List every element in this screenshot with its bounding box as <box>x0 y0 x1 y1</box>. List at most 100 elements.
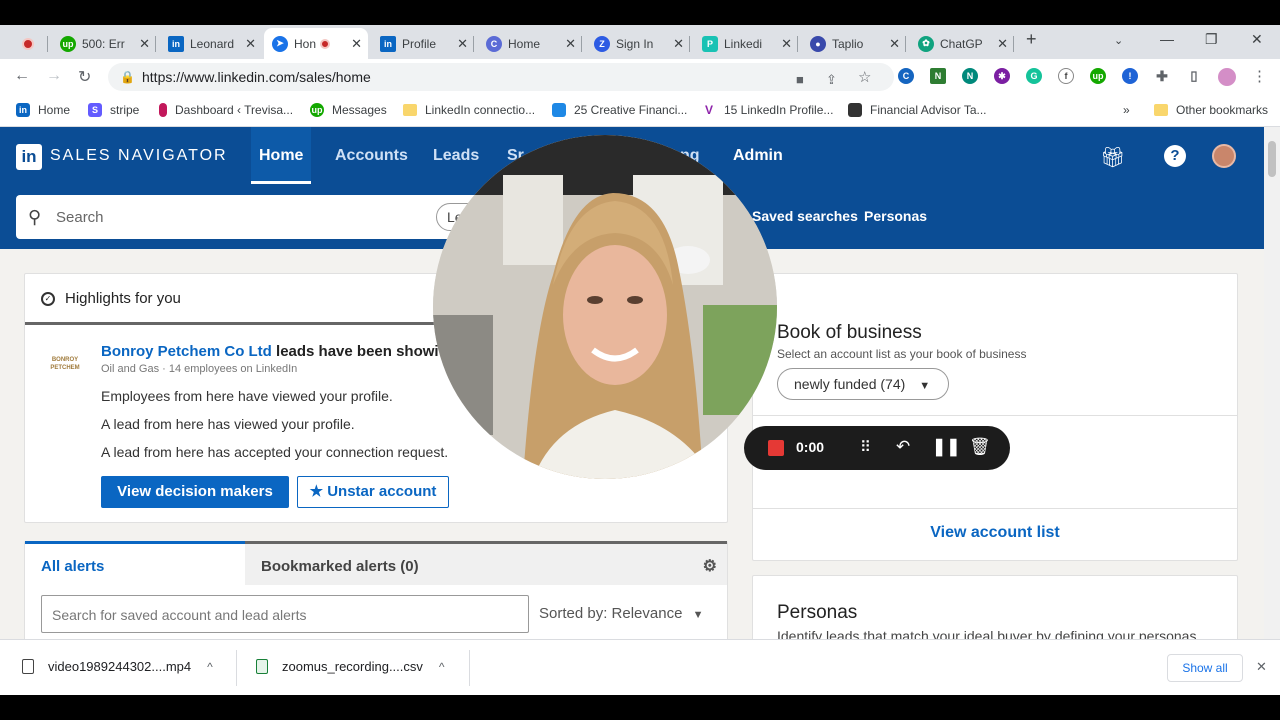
browser-toolbar: ← → ↻ 🔒 https://www.linkedin.com/sales/h… <box>0 59 1280 95</box>
address-bar[interactable]: 🔒 https://www.linkedin.com/sales/home ■ … <box>108 63 894 91</box>
url-text[interactable]: https://www.linkedin.com/sales/home <box>142 69 371 85</box>
bookmark-messages[interactable]: up Messages <box>310 103 387 117</box>
camera-icon[interactable]: ■ <box>796 72 804 87</box>
chevron-down-icon: ▼ <box>919 380 931 392</box>
linkedin-logo-icon[interactable]: in <box>16 144 42 170</box>
bookmarks-bar: in Home S stripe Dashboard ‹ Trevisa... … <box>0 95 1280 127</box>
window-close-icon[interactable]: ✕ <box>1251 31 1263 48</box>
nav-home[interactable]: Home <box>259 147 303 165</box>
alerts-search-input[interactable]: Search for saved account and lead alerts <box>41 595 529 633</box>
download-item-mp4[interactable]: video1989244302....mp4 ^ <box>22 659 213 674</box>
drag-handle-icon[interactable]: ⠿ <box>860 438 871 456</box>
more-bookmarks-button[interactable]: » <box>1123 103 1130 117</box>
close-downloads-icon[interactable]: ✕ <box>1256 659 1267 675</box>
pause-icon[interactable]: ❚❚ <box>932 437 961 457</box>
extension-c-icon[interactable]: C <box>898 68 914 84</box>
view-decision-makers-button[interactable]: View decision makers <box>101 476 289 508</box>
user-avatar[interactable] <box>1212 144 1236 168</box>
extension-n-icon[interactable]: N <box>930 68 946 84</box>
menu-dots-icon[interactable]: ⋮ <box>1252 67 1267 85</box>
bookmark-linkedin-connections[interactable]: LinkedIn connectio... <box>403 103 535 117</box>
star-icon[interactable]: ☆ <box>858 68 871 86</box>
chevron-up-icon[interactable]: ^ <box>207 660 213 674</box>
tab-all-alerts[interactable]: All alerts <box>25 541 245 585</box>
company-logo[interactable]: BONROY PETCHEM <box>47 356 83 376</box>
tab-sign-in[interactable]: Z Sign In ✕ <box>586 28 690 59</box>
divider <box>469 650 470 686</box>
gift-icon[interactable]: 🎁︎ <box>1100 145 1125 170</box>
tab-search-icon[interactable]: ⌄ <box>1114 34 1123 47</box>
tab-linkedin-taplio[interactable]: P Linkedi ✕ <box>694 28 798 59</box>
upwork-extension-icon[interactable]: up <box>1090 68 1106 84</box>
tab-leonard[interactable]: in Leonard ✕ <box>160 28 262 59</box>
close-icon[interactable]: ✕ <box>565 36 576 52</box>
nav-accounts[interactable]: Accounts <box>335 147 408 165</box>
extension-f-icon[interactable]: f <box>1058 68 1074 84</box>
recording-timer: 0:00 <box>796 439 825 455</box>
bookmark-dashboard[interactable]: Dashboard ‹ Trevisa... <box>159 103 293 117</box>
personas-link[interactable]: Personas <box>864 208 927 224</box>
chevron-up-icon[interactable]: ^ <box>439 660 445 674</box>
restore-icon[interactable]: ❐ <box>1205 31 1218 48</box>
close-icon[interactable]: ✕ <box>457 36 468 52</box>
bookmark-home[interactable]: in Home <box>16 103 70 117</box>
page-scrollbar[interactable] <box>1264 127 1280 639</box>
tab-home-2[interactable]: C Home ✕ <box>478 28 582 59</box>
search-input[interactable]: Search <box>56 209 104 226</box>
minimize-icon[interactable]: — <box>1160 31 1174 47</box>
close-icon[interactable]: ✕ <box>245 36 256 52</box>
company-link[interactable]: Bonroy Petchem Co Ltd <box>101 343 272 360</box>
sort-dropdown[interactable]: Sorted by: Relevance ▼ <box>539 605 703 622</box>
close-icon[interactable]: ✕ <box>351 36 362 52</box>
gear-icon[interactable]: ⚙ <box>703 556 717 576</box>
new-tab-button[interactable]: + <box>1026 29 1037 50</box>
extension-blue-icon[interactable]: ! <box>1122 68 1138 84</box>
close-icon[interactable]: ✕ <box>139 36 150 52</box>
bookmark-financial-advisor[interactable]: Financial Advisor Ta... <box>848 103 987 117</box>
extension-flower-icon[interactable]: ✱ <box>994 68 1010 84</box>
extension-n2-icon[interactable]: N <box>962 68 978 84</box>
lock-icon[interactable]: 🔒 <box>120 70 135 84</box>
bookmark-linkedin-profile[interactable]: V 15 LinkedIn Profile... <box>702 103 833 117</box>
tab-bookmarked-alerts[interactable]: Bookmarked alerts (0) ⚙ <box>245 541 727 585</box>
account-list-select[interactable]: newly funded (74) ▼ <box>777 368 949 400</box>
side-panel-icon[interactable]: ▯ <box>1186 68 1202 84</box>
record-dot-icon <box>22 37 34 50</box>
close-icon[interactable]: ✕ <box>889 36 900 52</box>
tab-profile[interactable]: in Profile ✕ <box>372 28 474 59</box>
tab-home-active[interactable]: ➤ Hon ✕ <box>264 28 368 59</box>
bookmark-creative-financial[interactable]: 25 Creative Financi... <box>552 103 687 117</box>
scrollbar-thumb[interactable] <box>1268 141 1276 177</box>
highlight-line: A lead from here has viewed your profile… <box>101 416 355 432</box>
download-item-csv[interactable]: zoomus_recording....csv ^ <box>256 659 445 674</box>
tab-taplio[interactable]: ● Taplio ✕ <box>802 28 906 59</box>
stop-recording-button[interactable] <box>768 440 784 456</box>
share-icon[interactable]: ⇪ <box>826 72 837 88</box>
close-icon[interactable]: ✕ <box>997 36 1008 52</box>
nav-admin[interactable]: Admin <box>733 147 783 165</box>
nav-leads[interactable]: Leads <box>433 147 479 165</box>
top-letterbox <box>0 0 1280 25</box>
show-all-button[interactable]: Show all <box>1167 654 1243 682</box>
view-account-list-link[interactable]: View account list <box>753 524 1237 542</box>
webcam-overlay[interactable] <box>433 135 777 479</box>
bookmark-stripe[interactable]: S stripe <box>88 103 139 117</box>
forward-icon[interactable]: → <box>46 67 62 85</box>
tab-chatgpt[interactable]: ✿ ChatGP ✕ <box>910 28 1014 59</box>
grammarly-icon[interactable]: G <box>1026 68 1042 84</box>
tab-recording[interactable] <box>14 28 48 59</box>
trash-icon[interactable]: 🗑︎ <box>969 437 991 457</box>
bookmark-other[interactable]: Other bookmarks <box>1154 103 1268 117</box>
profile-avatar-icon[interactable] <box>1218 68 1236 86</box>
help-icon[interactable]: ? <box>1164 145 1186 167</box>
close-icon[interactable]: ✕ <box>781 36 792 52</box>
unstar-account-button[interactable]: ★ Unstar account <box>297 476 449 508</box>
global-search[interactable]: ⚲ Search Le <box>16 195 516 239</box>
undo-icon[interactable]: ↶ <box>896 437 910 457</box>
close-icon[interactable]: ✕ <box>673 36 684 52</box>
reload-icon[interactable]: ↻ <box>78 67 91 87</box>
back-icon[interactable]: ← <box>14 67 30 85</box>
extensions-puzzle-icon[interactable]: ✚ <box>1154 68 1170 84</box>
tab-error[interactable]: up 500: Err ✕ <box>52 28 156 59</box>
saved-searches-link[interactable]: Saved searches <box>752 208 858 224</box>
